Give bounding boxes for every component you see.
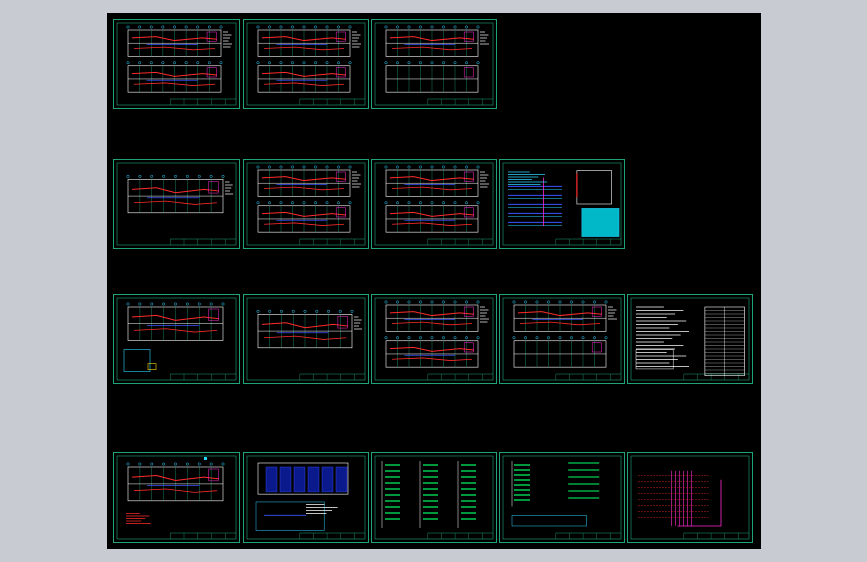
sheet-drawing-content [116,22,237,106]
sheet-drawing-content [116,162,237,246]
sheet-drawing-content [374,455,494,540]
drawing-sheet-1[interactable] [113,19,240,109]
drawing-sheet-2[interactable] [243,19,369,109]
drawing-sheet-14[interactable] [243,452,369,543]
drawing-sheet-17[interactable] [627,452,753,543]
drawing-sheet-12[interactable] [627,294,753,384]
sheet-drawing-content [502,162,622,246]
drawing-sheet-9[interactable] [243,294,369,384]
drawing-sheet-8[interactable] [113,294,240,384]
cad-model-space-viewport[interactable] [107,13,761,549]
drawing-sheet-16[interactable] [499,452,625,543]
sheet-drawing-content [116,297,237,381]
sheet-drawing-content [374,22,494,106]
drawing-sheet-6[interactable] [371,159,497,249]
drawing-sheet-5[interactable] [243,159,369,249]
sheet-drawing-content [246,297,366,381]
drawing-sheet-4[interactable] [113,159,240,249]
sheet-drawing-content [502,455,622,540]
drawing-sheet-15[interactable] [371,452,497,543]
sheet-drawing-content [374,162,494,246]
sheet-drawing-content [630,455,750,540]
drawing-sheet-7[interactable] [499,159,625,249]
sheet-drawing-content [374,297,494,381]
drawing-sheet-10[interactable] [371,294,497,384]
sheet-drawing-content [246,455,366,540]
sheet-drawing-content [246,22,366,106]
drawing-sheet-13[interactable] [113,452,240,543]
sheet-drawing-content [116,455,237,540]
sheet-drawing-content [502,297,622,381]
drawing-sheet-11[interactable] [499,294,625,384]
drawing-sheet-3[interactable] [371,19,497,109]
sheet-drawing-content [246,162,366,246]
sheet-drawing-content [630,297,750,381]
